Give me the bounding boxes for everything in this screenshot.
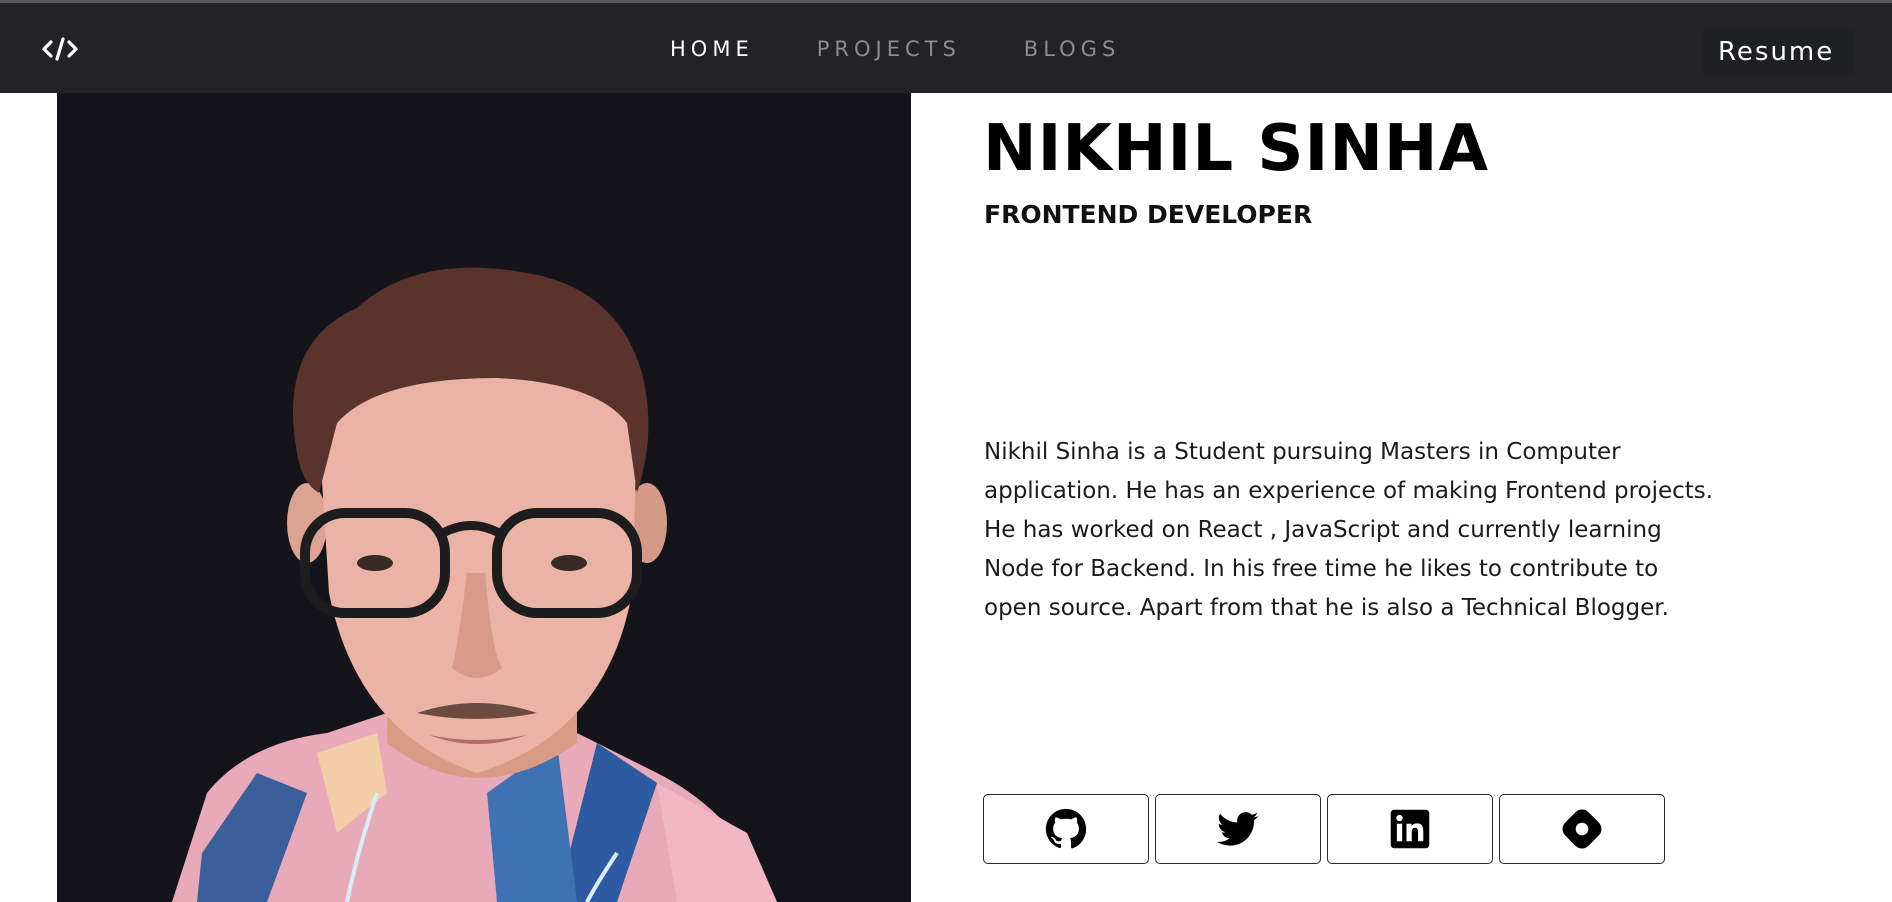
profile-portrait-illustration bbox=[172, 267, 777, 902]
nav-link-projects[interactable]: PROJECTS bbox=[817, 33, 961, 65]
resume-button[interactable]: Resume bbox=[1703, 29, 1855, 75]
github-icon bbox=[1045, 808, 1087, 849]
nav-link-home[interactable]: HOME bbox=[670, 33, 754, 65]
code-brackets-icon[interactable] bbox=[40, 33, 80, 65]
hero-name: NIKHIL SINHA bbox=[983, 112, 1489, 186]
profile-photo bbox=[57, 93, 911, 902]
hero-role: FRONTEND DEVELOPER bbox=[984, 200, 1313, 229]
social-links bbox=[983, 794, 1665, 864]
twitter-icon bbox=[1217, 812, 1259, 846]
twitter-button[interactable] bbox=[1155, 794, 1321, 864]
linkedin-icon bbox=[1390, 809, 1430, 849]
nav-link-blogs[interactable]: BLOGS bbox=[1024, 33, 1121, 65]
hashnode-button[interactable] bbox=[1499, 794, 1665, 864]
github-button[interactable] bbox=[983, 794, 1149, 864]
linkedin-button[interactable] bbox=[1327, 794, 1493, 864]
navbar: HOME PROJECTS BLOGS Resume bbox=[0, 3, 1892, 93]
main-nav: HOME PROJECTS BLOGS bbox=[670, 33, 1183, 65]
hero-bio: Nikhil Sinha is a Student pursuing Maste… bbox=[984, 439, 1714, 621]
hashnode-icon bbox=[1562, 809, 1602, 849]
